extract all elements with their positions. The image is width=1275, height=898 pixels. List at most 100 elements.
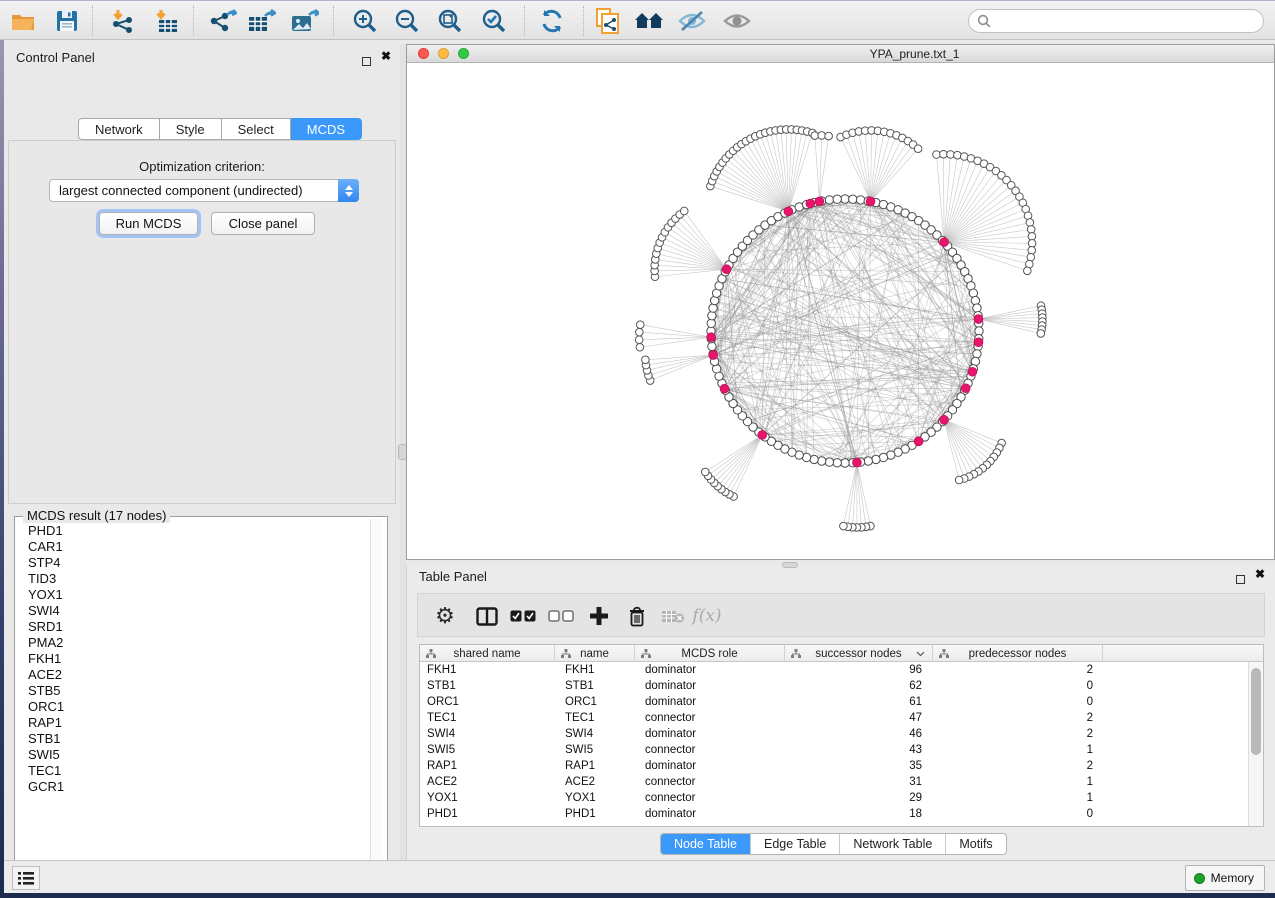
table-row[interactable]: RAP1RAP1dominator352: [420, 758, 1248, 774]
table-row[interactable]: ACE2ACE2connector311: [420, 774, 1248, 790]
table-row[interactable]: STB1STB1dominator620: [420, 678, 1248, 694]
float-panel-icon[interactable]: [1236, 571, 1245, 589]
show-all-button[interactable]: [722, 7, 752, 35]
mcds-result-item[interactable]: TID3: [16, 571, 368, 587]
mcds-result-item[interactable]: SWI5: [16, 747, 368, 763]
deselect-all-button[interactable]: [546, 601, 576, 631]
mcds-result-item[interactable]: ORC1: [16, 699, 368, 715]
column-header-MCDS-role[interactable]: MCDS role: [635, 645, 785, 662]
tab-select[interactable]: Select: [222, 118, 291, 140]
task-history-button[interactable]: [12, 866, 40, 890]
share-documents-button[interactable]: [592, 7, 622, 35]
export-network-button[interactable]: [208, 7, 238, 35]
mcds-list-scrollbar[interactable]: [370, 519, 383, 879]
import-table-button[interactable]: [151, 7, 181, 35]
delete-row-button[interactable]: [622, 601, 652, 631]
scrollbar-thumb[interactable]: [1251, 668, 1261, 755]
column-header-predecessor-nodes[interactable]: predecessor nodes: [933, 645, 1103, 662]
optimization-criterion-select[interactable]: largest connected component (undirected): [49, 179, 359, 202]
mcds-result-item[interactable]: YOX1: [16, 587, 368, 603]
close-panel-button[interactable]: Close panel: [211, 212, 315, 235]
column-header-successor-nodes[interactable]: successor nodes: [785, 645, 933, 662]
table-row[interactable]: FKH1FKH1dominator962: [420, 662, 1248, 678]
folder-open-icon: [11, 11, 35, 31]
tab-node-table[interactable]: Node Table: [661, 834, 750, 854]
table-panel: Table Panel ✖ ⚙ f(x): [406, 565, 1275, 860]
close-traffic-light[interactable]: [418, 48, 429, 59]
floppy-disk-icon: [56, 10, 78, 32]
minimize-traffic-light[interactable]: [438, 48, 449, 59]
close-panel-icon[interactable]: ✖: [381, 52, 391, 61]
save-session-button[interactable]: [52, 7, 82, 35]
network-window-titlebar[interactable]: YPA_prune.txt_1: [407, 45, 1274, 63]
select-all-button[interactable]: [508, 601, 538, 631]
table-cell: dominator: [635, 728, 785, 740]
mcds-result-item[interactable]: PMA2: [16, 635, 368, 651]
add-row-button[interactable]: [584, 601, 614, 631]
mcds-result-item[interactable]: STB1: [16, 731, 368, 747]
mcds-result-item[interactable]: RAP1: [16, 715, 368, 731]
mcds-result-item[interactable]: ACE2: [16, 667, 368, 683]
mcds-result-item[interactable]: STP4: [16, 555, 368, 571]
two-houses-button[interactable]: [634, 7, 664, 35]
show-columns-button[interactable]: [472, 601, 502, 631]
download-table-icon: [153, 9, 179, 33]
mcds-result-item[interactable]: SRD1: [16, 619, 368, 635]
hide-selected-button[interactable]: [677, 7, 707, 35]
table-cell: dominator: [635, 808, 785, 820]
mcds-result-item[interactable]: FKH1: [16, 651, 368, 667]
table-row[interactable]: ORC1ORC1dominator610: [420, 694, 1248, 710]
table-row[interactable]: PHD1PHD1dominator180: [420, 806, 1248, 822]
table-cell: dominator: [635, 696, 785, 708]
zoom-selected-button[interactable]: [479, 7, 509, 35]
mcds-result-item[interactable]: TEC1: [16, 763, 368, 779]
tab-style[interactable]: Style: [160, 118, 222, 140]
float-panel-icon[interactable]: [362, 53, 371, 71]
delete-table-button[interactable]: [658, 601, 688, 631]
attribute-type-icon: [939, 649, 949, 658]
mcds-result-item[interactable]: PHD1: [16, 523, 368, 539]
table-row[interactable]: YOX1YOX1connector291: [420, 790, 1248, 806]
zoom-fit-button[interactable]: [435, 7, 465, 35]
table-row[interactable]: TEC1TEC1connector472: [420, 710, 1248, 726]
table-cell: PHD1: [420, 808, 555, 820]
search-input[interactable]: [991, 14, 1241, 28]
run-mcds-button[interactable]: Run MCDS: [99, 212, 198, 235]
tab-edge-table[interactable]: Edge Table: [750, 834, 839, 854]
network-canvas[interactable]: [407, 63, 1274, 559]
export-image-button[interactable]: [290, 7, 320, 35]
table-cell: STB1: [555, 680, 635, 692]
mcds-result-item[interactable]: CAR1: [16, 539, 368, 555]
mcds-result-item[interactable]: SWI4: [16, 603, 368, 619]
column-header-name[interactable]: name: [555, 645, 635, 662]
search-box[interactable]: [968, 9, 1264, 33]
zoom-in-button[interactable]: [350, 7, 380, 35]
plus-icon: [589, 606, 609, 626]
table-row[interactable]: SWI4SWI4dominator462: [420, 726, 1248, 742]
export-table-button[interactable]: [247, 7, 277, 35]
zoom-out-button[interactable]: [392, 7, 422, 35]
tab-network[interactable]: Network: [78, 118, 160, 140]
table-scrollbar[interactable]: [1248, 662, 1263, 826]
mcds-result-item[interactable]: GCR1: [16, 779, 368, 795]
refresh-button[interactable]: [537, 7, 567, 35]
memory-button[interactable]: Memory: [1185, 865, 1265, 891]
tab-mcds[interactable]: MCDS: [291, 118, 362, 140]
tab-motifs[interactable]: Motifs: [945, 834, 1005, 854]
mcds-result-list[interactable]: PHD1CAR1STP4TID3YOX1SWI4SRD1PMA2FKH1ACE2…: [16, 523, 368, 879]
tab-network-table[interactable]: Network Table: [839, 834, 945, 854]
maximize-traffic-light[interactable]: [458, 48, 469, 59]
import-network-button[interactable]: [108, 7, 138, 35]
table-cell: 0: [933, 808, 1103, 820]
table-cell: 1: [933, 744, 1103, 756]
table-cell: FKH1: [555, 664, 635, 676]
table-settings-button[interactable]: ⚙: [430, 601, 460, 631]
function-builder-button[interactable]: f(x): [692, 601, 722, 631]
open-file-button[interactable]: [8, 7, 38, 35]
mcds-result-item[interactable]: STB5: [16, 683, 368, 699]
mcds-result-group: MCDS result (17 nodes) PHD1CAR1STP4TID3Y…: [14, 516, 388, 882]
close-panel-icon[interactable]: ✖: [1255, 570, 1265, 579]
table-row[interactable]: SWI5SWI5connector431: [420, 742, 1248, 758]
column-header-shared-name[interactable]: shared name: [420, 645, 555, 662]
eye-slash-icon: [678, 10, 706, 32]
